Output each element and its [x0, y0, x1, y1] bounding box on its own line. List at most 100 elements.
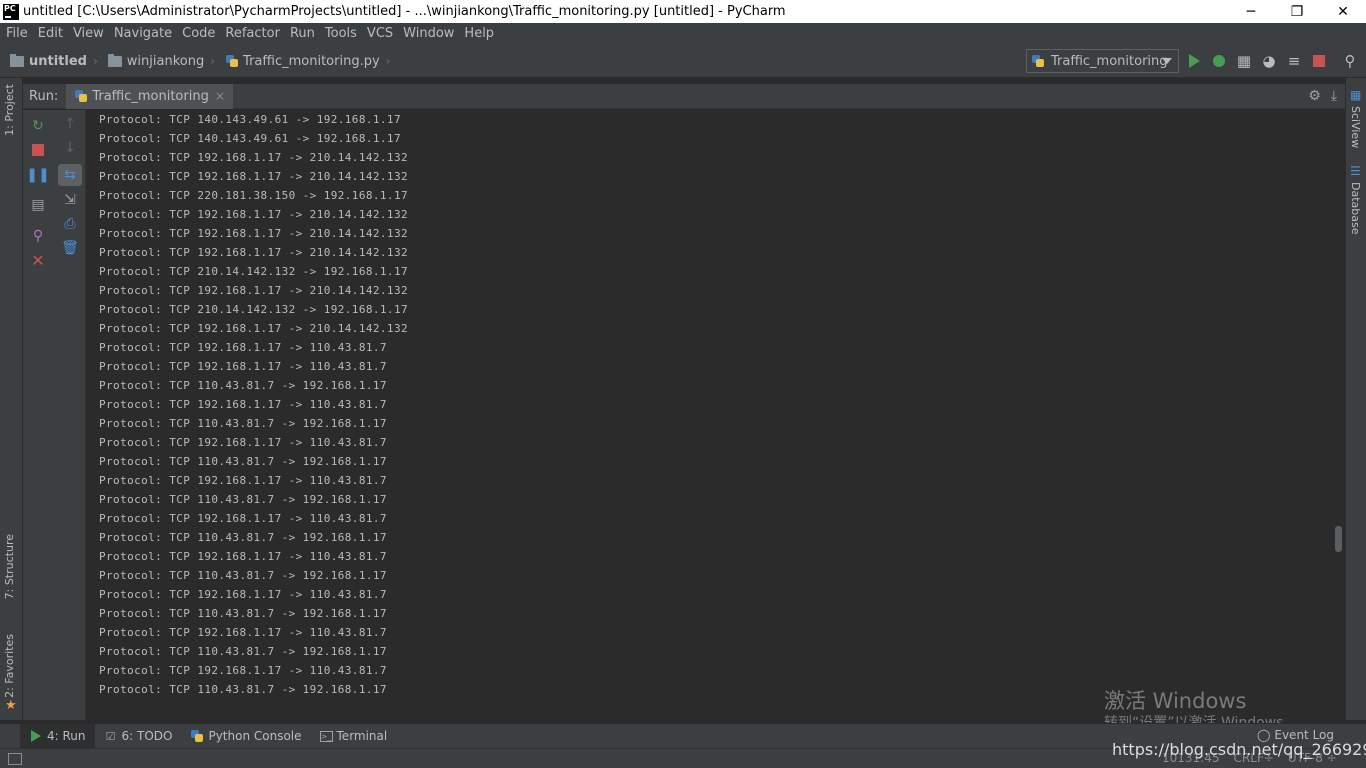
console-line: Protocol: TCP 110.43.81.7 -> 192.168.1.1… — [99, 531, 387, 544]
run-toolbar-secondary: ↑ ↓ ⇆ ⇲ ⎙ 🗑 — [54, 110, 86, 720]
minimize-button[interactable]: ─ — [1228, 0, 1274, 23]
print-icon[interactable]: ⎙ — [62, 216, 78, 232]
right-tool-stripe: ▦ SciView ☰ Database — [1345, 78, 1366, 720]
tab-todo[interactable]: ☑ 6: TODO — [95, 724, 182, 749]
stop-button[interactable] — [1310, 52, 1328, 70]
breadcrumb-file[interactable]: Traffic_monitoring.py › — [215, 54, 390, 69]
console-line: Protocol: TCP 192.168.1.17 -> 210.14.142… — [99, 208, 408, 221]
python-file-icon — [225, 54, 239, 68]
tool-window-toggle-icon[interactable] — [8, 753, 22, 765]
menu-run[interactable]: Run — [285, 23, 320, 45]
console-line: Protocol: TCP 192.168.1.17 -> 110.43.81.… — [99, 341, 387, 354]
console-line: Protocol: TCP 140.143.49.61 -> 192.168.1… — [99, 113, 401, 126]
restore-button[interactable]: ❐ — [1274, 0, 1320, 23]
coverage-button[interactable]: ▦ — [1235, 52, 1253, 70]
menu-refactor[interactable]: Refactor — [220, 23, 285, 45]
sciview-tool-tab[interactable]: SciView — [1349, 106, 1362, 148]
console-line: Protocol: TCP 110.43.81.7 -> 192.168.1.1… — [99, 379, 387, 392]
window-title-bar: PC untitled [C:\Users\Administrator\Pych… — [0, 0, 1366, 23]
favorites-tool-tab[interactable]: 2: Favorites — [3, 634, 16, 698]
close-run-icon[interactable]: ✕ — [30, 253, 46, 269]
run-header-actions: ⚙ ⤓ — [1308, 88, 1337, 104]
project-tool-tab[interactable]: 1: Project — [3, 84, 16, 136]
console-line: Protocol: TCP 110.43.81.7 -> 192.168.1.1… — [99, 683, 387, 696]
dropdown-arrow-icon — [1162, 58, 1172, 64]
console-scrollbar-thumb[interactable] — [1335, 526, 1342, 552]
console-line: Protocol: TCP 192.168.1.17 -> 110.43.81.… — [99, 398, 387, 411]
stop-icon — [1313, 55, 1325, 67]
menu-code[interactable]: Code — [177, 23, 220, 45]
down-arrow-icon[interactable]: ↓ — [62, 140, 78, 156]
tab-terminal[interactable]: >_ Terminal — [311, 724, 397, 749]
star-icon: ★ — [5, 698, 17, 713]
breadcrumb-folder-label: winjiankong — [126, 53, 205, 69]
menu-tools[interactable]: Tools — [320, 23, 362, 45]
menu-view[interactable]: View — [68, 23, 109, 45]
clear-all-trash-icon[interactable]: 🗑 — [61, 240, 79, 256]
run-tab-label: Traffic_monitoring — [92, 88, 209, 104]
console-output[interactable]: Protocol: TCP 140.143.49.61 -> 192.168.1… — [86, 110, 1345, 720]
rerun-icon[interactable]: ↻ — [30, 118, 46, 134]
run-button[interactable] — [1185, 52, 1203, 70]
profile-button[interactable]: ◕ — [1260, 52, 1278, 70]
stop-run-button[interactable] — [30, 142, 46, 158]
run-configuration-select[interactable]: Traffic_monitoring — [1026, 49, 1179, 73]
console-line: Protocol: TCP 210.14.142.132 -> 192.168.… — [99, 303, 408, 316]
tab-python-console-label: Python Console — [208, 729, 302, 743]
run-icon — [29, 729, 43, 743]
console-line: Protocol: TCP 192.168.1.17 -> 210.14.142… — [99, 227, 408, 240]
database-tool-tab-label: Database — [1349, 182, 1362, 235]
tab-run-label: 4: Run — [47, 729, 86, 743]
pin-tab-icon[interactable]: ⚲ — [30, 228, 46, 244]
pause-icon[interactable]: ❚❚ — [26, 167, 49, 183]
console-line: Protocol: TCP 110.43.81.7 -> 192.168.1.1… — [99, 607, 387, 620]
structure-tool-tab-label: 7: Structure — [3, 534, 16, 600]
debug-bug-icon — [1213, 55, 1225, 67]
console-line: Protocol: TCP 192.168.1.17 -> 110.43.81.… — [99, 588, 387, 601]
profiler-icon: ◕ — [1262, 52, 1276, 70]
close-tab-icon[interactable]: × — [215, 89, 225, 103]
concurrency-button[interactable]: ≡ — [1285, 52, 1303, 70]
menu-help[interactable]: Help — [459, 23, 499, 45]
debug-button[interactable] — [1210, 52, 1228, 70]
database-tool-tab[interactable]: Database — [1349, 182, 1362, 235]
csdn-url-watermark: https://blog.csdn.net/qq_26692927 — [1112, 740, 1366, 759]
up-arrow-icon[interactable]: ↑ — [62, 116, 78, 132]
chevron-right-icon: › — [385, 54, 391, 68]
tab-python-console[interactable]: Python Console — [181, 724, 310, 749]
console-line: Protocol: TCP 140.143.49.61 -> 192.168.1… — [99, 132, 401, 145]
pycharm-app-icon: PC — [3, 3, 19, 20]
settings-gear-icon[interactable]: ⚙ — [1308, 88, 1321, 104]
hide-panel-icon[interactable]: ⤓ — [1331, 88, 1337, 104]
database-icon: ☰ — [1350, 164, 1361, 178]
window-controls: ─ ❐ ✕ — [1228, 0, 1366, 23]
run-panel-label: Run: — [29, 88, 59, 104]
tab-run[interactable]: 4: Run — [20, 723, 95, 749]
terminal-icon: >_ — [319, 730, 333, 742]
favorites-tool-tab-label: 2: Favorites — [3, 634, 16, 698]
breadcrumb-file-label: Traffic_monitoring.py — [243, 53, 380, 69]
search-everywhere-button[interactable]: ⚲ — [1341, 52, 1359, 70]
structure-tool-tab[interactable]: 7: Structure — [3, 534, 16, 599]
console-line: Protocol: TCP 110.43.81.7 -> 192.168.1.1… — [99, 645, 387, 658]
menu-file[interactable]: File — [1, 23, 33, 45]
soft-wrap-toggle[interactable]: ⇆ — [58, 164, 82, 186]
project-tool-tab-label: 1: Project — [3, 84, 16, 136]
console-line: Protocol: TCP 192.168.1.17 -> 210.14.142… — [99, 151, 408, 164]
menu-navigate[interactable]: Navigate — [109, 23, 177, 45]
navigation-bar: untitled › winjiankong › Traffic_monitor… — [0, 45, 1366, 78]
close-window-button[interactable]: ✕ — [1320, 0, 1366, 23]
breadcrumb-project[interactable]: untitled › — [0, 53, 98, 69]
menu-vcs[interactable]: VCS — [362, 23, 398, 45]
todo-icon: ☑ — [105, 729, 116, 743]
run-tab-traffic-monitoring[interactable]: Traffic_monitoring × — [66, 83, 233, 109]
console-line: Protocol: TCP 192.168.1.17 -> 210.14.142… — [99, 322, 408, 335]
window-title: untitled [C:\Users\Administrator\Pycharm… — [23, 4, 786, 19]
menu-window[interactable]: Window — [398, 23, 459, 45]
stop-icon — [32, 144, 44, 156]
scroll-to-end-icon[interactable]: ⇲ — [62, 192, 78, 208]
menu-edit[interactable]: Edit — [33, 23, 68, 45]
breadcrumb-folder[interactable]: winjiankong › — [98, 53, 215, 69]
python-file-icon — [74, 89, 88, 103]
restore-layout-icon[interactable]: ▤ — [30, 197, 46, 213]
